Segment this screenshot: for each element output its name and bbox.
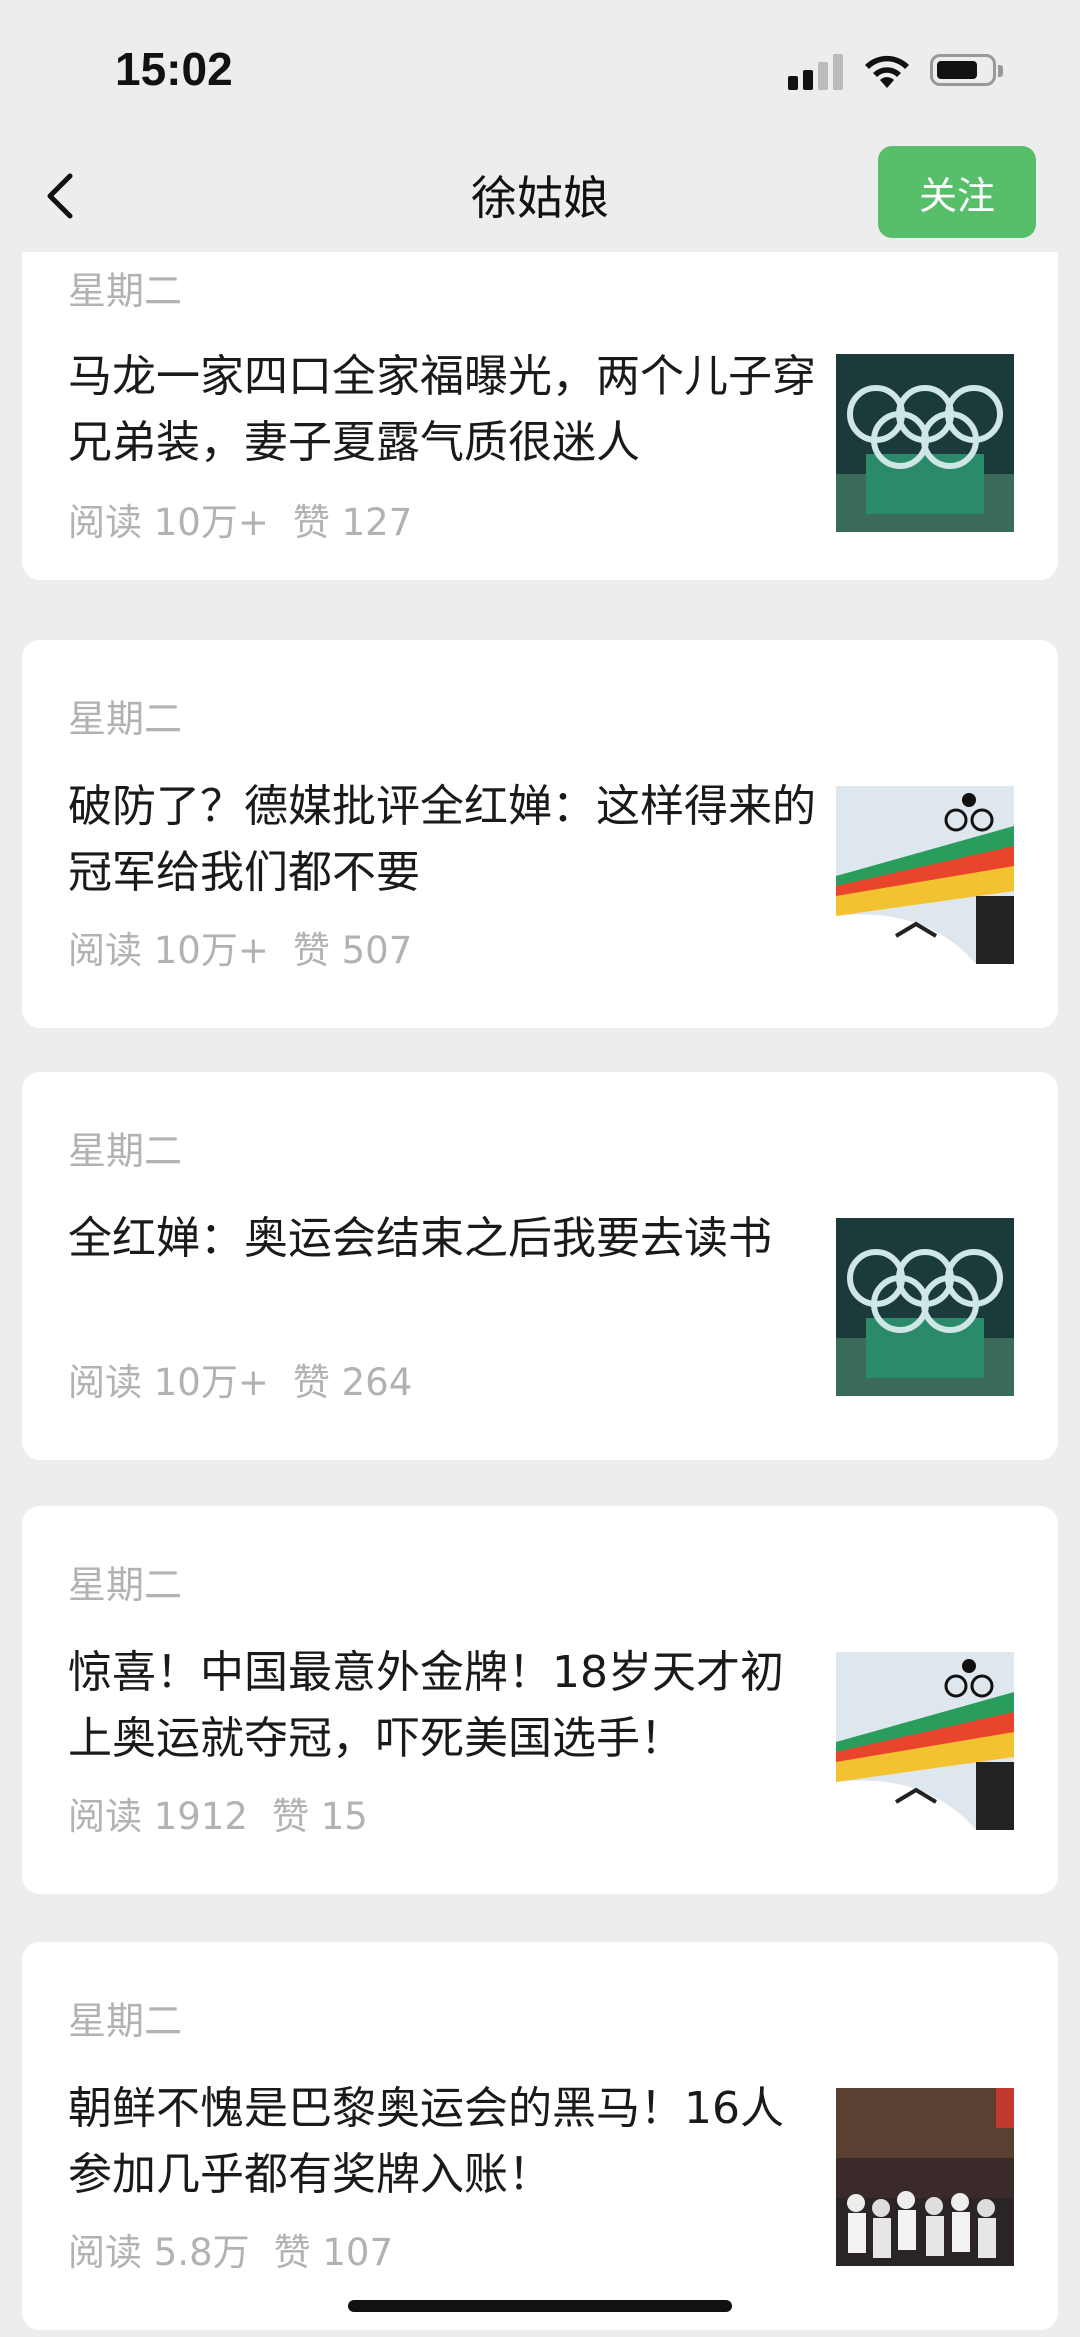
- like-count: 赞 507: [292, 929, 413, 972]
- read-count: 阅读 1912: [68, 1795, 248, 1838]
- read-count: 阅读 10万+: [68, 1361, 269, 1404]
- article-meta: 阅读 5.8万赞 107: [68, 2222, 417, 2276]
- follow-button[interactable]: 关注: [878, 146, 1036, 238]
- article-meta: 阅读 10万+ 赞 507: [68, 920, 436, 974]
- article-card[interactable]: 星期二 马龙一家四口全家福曝光，两个儿子穿兄弟装，妻子夏露气质很迷人 阅读 10…: [22, 252, 1058, 580]
- article-day: 星期二: [68, 697, 183, 741]
- article-title[interactable]: 全红婵：奥运会结束之后我要去读书: [68, 1206, 818, 1272]
- bmx-ramp-image[interactable]: [836, 786, 1014, 964]
- cellular-signal-icon: [788, 52, 844, 90]
- like-count: 赞 264: [292, 1361, 413, 1404]
- article-title[interactable]: 破防了？德媒批评全红婵：这样得来的冠军给我们都不要: [68, 774, 818, 906]
- navigation-bar: 徐姑娘 关注: [0, 140, 1080, 252]
- article-day: 星期二: [68, 1563, 183, 1607]
- like-count: 赞 107: [273, 2231, 393, 2274]
- article-meta: 阅读 10万+ 赞 127: [68, 492, 436, 546]
- article-card[interactable]: 星期二 破防了？德媒批评全红婵：这样得来的冠军给我们都不要 阅读 10万+ 赞 5…: [22, 640, 1058, 1028]
- bmx-ramp-image[interactable]: [836, 1652, 1014, 1830]
- article-title[interactable]: 朝鲜不愧是巴黎奥运会的黑马！16人参加几乎都有奖牌入账！: [68, 2076, 818, 2208]
- article-day: 星期二: [68, 269, 183, 313]
- article-card[interactable]: 星期二 惊喜！中国最意外金牌！18岁天才初上奥运就夺冠，吓死美国选手！ 阅读 1…: [22, 1506, 1058, 1894]
- article-meta: 阅读 1912 赞 15: [68, 1786, 392, 1840]
- article-meta: 阅读 10万+ 赞 264: [68, 1352, 436, 1406]
- article-day: 星期二: [68, 1999, 183, 2043]
- like-count: 赞 15: [271, 1795, 368, 1838]
- home-indicator[interactable]: [348, 2300, 732, 2312]
- battery-icon: [930, 54, 1003, 86]
- status-bar: 15:02: [0, 0, 1080, 140]
- article-card[interactable]: 星期二 全红婵：奥运会结束之后我要去读书 阅读 10万+ 赞 264: [22, 1072, 1058, 1460]
- olympic-rings-image[interactable]: [836, 354, 1014, 532]
- ceremony-crowd-image[interactable]: [836, 2088, 1014, 2266]
- wifi-icon: [862, 50, 912, 90]
- olympic-rings-image[interactable]: [836, 1218, 1014, 1396]
- article-feed[interactable]: 星期二 马龙一家四口全家福曝光，两个儿子穿兄弟装，妻子夏露气质很迷人 阅读 10…: [0, 252, 1080, 2337]
- read-count: 阅读 10万+: [68, 929, 269, 972]
- like-count: 赞 127: [292, 501, 413, 544]
- article-title[interactable]: 马龙一家四口全家福曝光，两个儿子穿兄弟装，妻子夏露气质很迷人: [68, 344, 818, 476]
- article-day: 星期二: [68, 1129, 183, 1173]
- read-count: 阅读 5.8万: [68, 2231, 250, 2274]
- read-count: 阅读 10万+: [68, 501, 269, 544]
- article-card[interactable]: 星期二 朝鲜不愧是巴黎奥运会的黑马！16人参加几乎都有奖牌入账！ 阅读 5.8万…: [22, 1942, 1058, 2330]
- article-title[interactable]: 惊喜！中国最意外金牌！18岁天才初上奥运就夺冠，吓死美国选手！: [68, 1640, 818, 1772]
- status-time: 15:02: [115, 43, 233, 95]
